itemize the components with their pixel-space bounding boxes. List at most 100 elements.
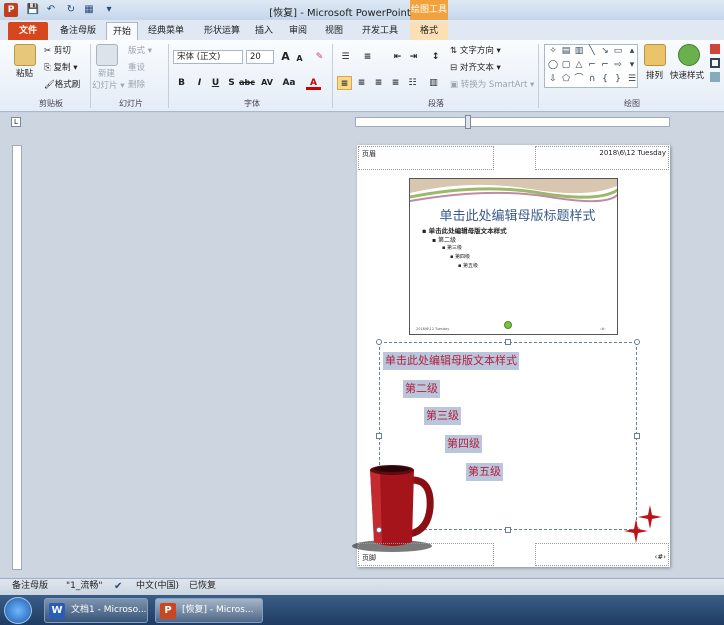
line-spacing-icon[interactable]: ↕ [428, 50, 443, 64]
start-button-icon[interactable] [4, 597, 32, 624]
clear-format-icon[interactable]: ✎ [312, 50, 327, 64]
tab-notes-master[interactable]: 备注母版 [52, 22, 104, 40]
distribute-icon[interactable]: ☷ [405, 76, 420, 90]
align-left-icon[interactable]: ≡ [337, 76, 352, 90]
vertical-ruler[interactable] [12, 145, 22, 570]
shape-fill-icon[interactable] [710, 44, 720, 54]
change-case-button[interactable]: Aa [280, 76, 298, 90]
shape-pentagon-icon[interactable]: ⬠ [560, 74, 572, 85]
tab-developer[interactable]: 开发工具 [356, 22, 404, 40]
tab-view[interactable]: 视图 [320, 22, 348, 40]
cut-button[interactable]: ✂ 剪切 [44, 45, 71, 58]
resize-handle[interactable] [376, 527, 382, 533]
save-icon[interactable]: 💾 [26, 3, 40, 17]
paste-icon[interactable] [14, 44, 36, 66]
indent-marker-icon[interactable] [465, 115, 471, 129]
shape-brace-icon[interactable]: } [612, 74, 624, 85]
quick-styles-button[interactable]: 快速样式 [670, 70, 704, 83]
bold-button[interactable]: B [174, 76, 189, 90]
notes-level-1[interactable]: 单击此处编辑母版文本样式 [383, 352, 519, 370]
shape-text-icon[interactable]: ✧ [547, 46, 559, 57]
powerpoint-app-icon[interactable]: P [4, 3, 18, 17]
gallery-down-icon[interactable]: ▾ [626, 60, 638, 71]
notes-level-5[interactable]: 第五级 [466, 463, 503, 481]
qat-more-icon[interactable]: ▾ [102, 3, 116, 17]
shape-rect-icon[interactable]: ▭ [612, 46, 624, 57]
tab-file[interactable]: 文件 [8, 22, 48, 40]
arrange-icon[interactable] [644, 44, 666, 66]
header-placeholder[interactable] [358, 146, 494, 170]
quick-styles-icon[interactable] [678, 44, 700, 66]
shape-down-arrow-icon[interactable]: ⇩ [547, 74, 559, 85]
underline-button[interactable]: U [208, 76, 223, 90]
shape-curve2-icon[interactable]: ∩ [586, 74, 598, 85]
shape-textbox-icon[interactable]: ▤ [560, 46, 572, 57]
shape-right-arrow-icon[interactable]: ⇨ [612, 60, 624, 71]
italic-button[interactable]: I [192, 76, 207, 90]
shape-elbow-icon[interactable]: ⌐ [586, 60, 598, 71]
resize-handle[interactable] [634, 339, 640, 345]
resize-handle[interactable] [505, 527, 511, 533]
tab-selector-icon[interactable]: L [11, 117, 21, 127]
reset-button[interactable]: 重设 [128, 62, 145, 75]
shape-outline-icon[interactable] [710, 58, 720, 68]
tab-review[interactable]: 审阅 [284, 22, 312, 40]
copy-button[interactable]: ⎘ 复制 ▾ [44, 62, 77, 75]
font-name-combo[interactable]: 宋体 (正文) [173, 50, 243, 64]
align-right-icon[interactable]: ≡ [371, 76, 386, 90]
shape-vtextbox-icon[interactable]: ▥ [573, 46, 585, 57]
shrink-font-button[interactable]: A [292, 52, 307, 66]
resize-handle[interactable] [376, 339, 382, 345]
taskbar-item-powerpoint[interactable]: P [恢复] - Micros... [155, 598, 263, 623]
text-direction-button[interactable]: ⇅ 文字方向 ▾ [450, 45, 501, 58]
red-mug-picture[interactable] [350, 458, 435, 553]
tab-shape-ops[interactable]: 形状运算 [196, 22, 248, 40]
new-slide-dropdown[interactable]: 幻灯片 ▾ [92, 80, 124, 93]
format-painter-button[interactable]: 🖌格式刷 [44, 79, 80, 92]
resize-handle[interactable] [376, 433, 382, 439]
tab-insert[interactable]: 插入 [250, 22, 278, 40]
undo-icon[interactable]: ↶ [44, 3, 58, 17]
shape-rounded-rect-icon[interactable]: ▢ [560, 60, 572, 71]
strikethrough-button[interactable]: abc [238, 76, 256, 90]
smartart-button[interactable]: ▣ 转换为 SmartArt ▾ [450, 79, 534, 92]
shape-arrow-icon[interactable]: ↘ [599, 46, 611, 57]
resize-handle[interactable] [505, 339, 511, 345]
align-center-icon[interactable]: ≡ [354, 76, 369, 90]
redo-icon[interactable]: ↻ [64, 3, 78, 17]
notes-level-4[interactable]: 第四级 [445, 435, 482, 453]
columns-icon[interactable]: ▥ [426, 76, 441, 90]
notes-level-3[interactable]: 第三级 [424, 407, 461, 425]
font-color-button[interactable]: A [306, 76, 321, 90]
horizontal-ruler[interactable] [355, 117, 670, 127]
taskbar-item-word[interactable]: W 文档1 - Microso... [44, 598, 148, 623]
shape-elbow2-icon[interactable]: ⌐ [599, 60, 611, 71]
arrange-button[interactable]: 排列 [646, 70, 663, 83]
shapes-gallery[interactable]: ✧ ▤ ▥ ╲ ↘ ▭ ◯ ▢ △ ⌐ ⌐ ⇨ ⇩ ⬠ ⌒ ∩ { } ▴ ▾ … [544, 44, 638, 88]
increase-indent-icon[interactable]: ⇥ [406, 50, 421, 64]
align-text-button[interactable]: ⊟ 对齐文本 ▾ [450, 62, 501, 75]
shape-curve-icon[interactable]: ⌒ [573, 74, 585, 85]
notes-level-2[interactable]: 第二级 [403, 380, 440, 398]
shape-oval-icon[interactable]: ◯ [547, 60, 559, 71]
shape-bracket-icon[interactable]: { [599, 74, 611, 85]
gallery-up-icon[interactable]: ▴ [626, 46, 638, 57]
status-language[interactable]: 中文(中国) [136, 579, 179, 594]
shadow-button[interactable]: S [224, 76, 239, 90]
layout-button[interactable]: 版式 ▾ [128, 45, 152, 58]
char-spacing-button[interactable]: AV [258, 76, 276, 90]
gallery-more-icon[interactable]: ☰ [626, 74, 638, 85]
delete-slide-button[interactable]: 删除 [128, 79, 145, 92]
shape-triangle-icon[interactable]: △ [573, 60, 585, 71]
shape-line-icon[interactable]: ╲ [586, 46, 598, 57]
resize-handle[interactable] [634, 433, 640, 439]
shape-effects-icon[interactable] [710, 72, 720, 82]
spellcheck-icon[interactable]: ✔ [114, 580, 122, 594]
justify-icon[interactable]: ≡ [388, 76, 403, 90]
decrease-indent-icon[interactable]: ⇤ [390, 50, 405, 64]
grow-font-button[interactable]: A [278, 50, 293, 64]
tab-home[interactable]: 开始 [106, 22, 138, 40]
rotate-handle-icon[interactable] [504, 321, 512, 329]
slide-thumbnail[interactable]: 单击此处编辑母版标题样式 ▪ 单击此处编辑母版文本样式 ▪ 第二级 ▪ 第三级 … [409, 178, 618, 335]
tab-format[interactable]: 格式 [410, 22, 448, 40]
